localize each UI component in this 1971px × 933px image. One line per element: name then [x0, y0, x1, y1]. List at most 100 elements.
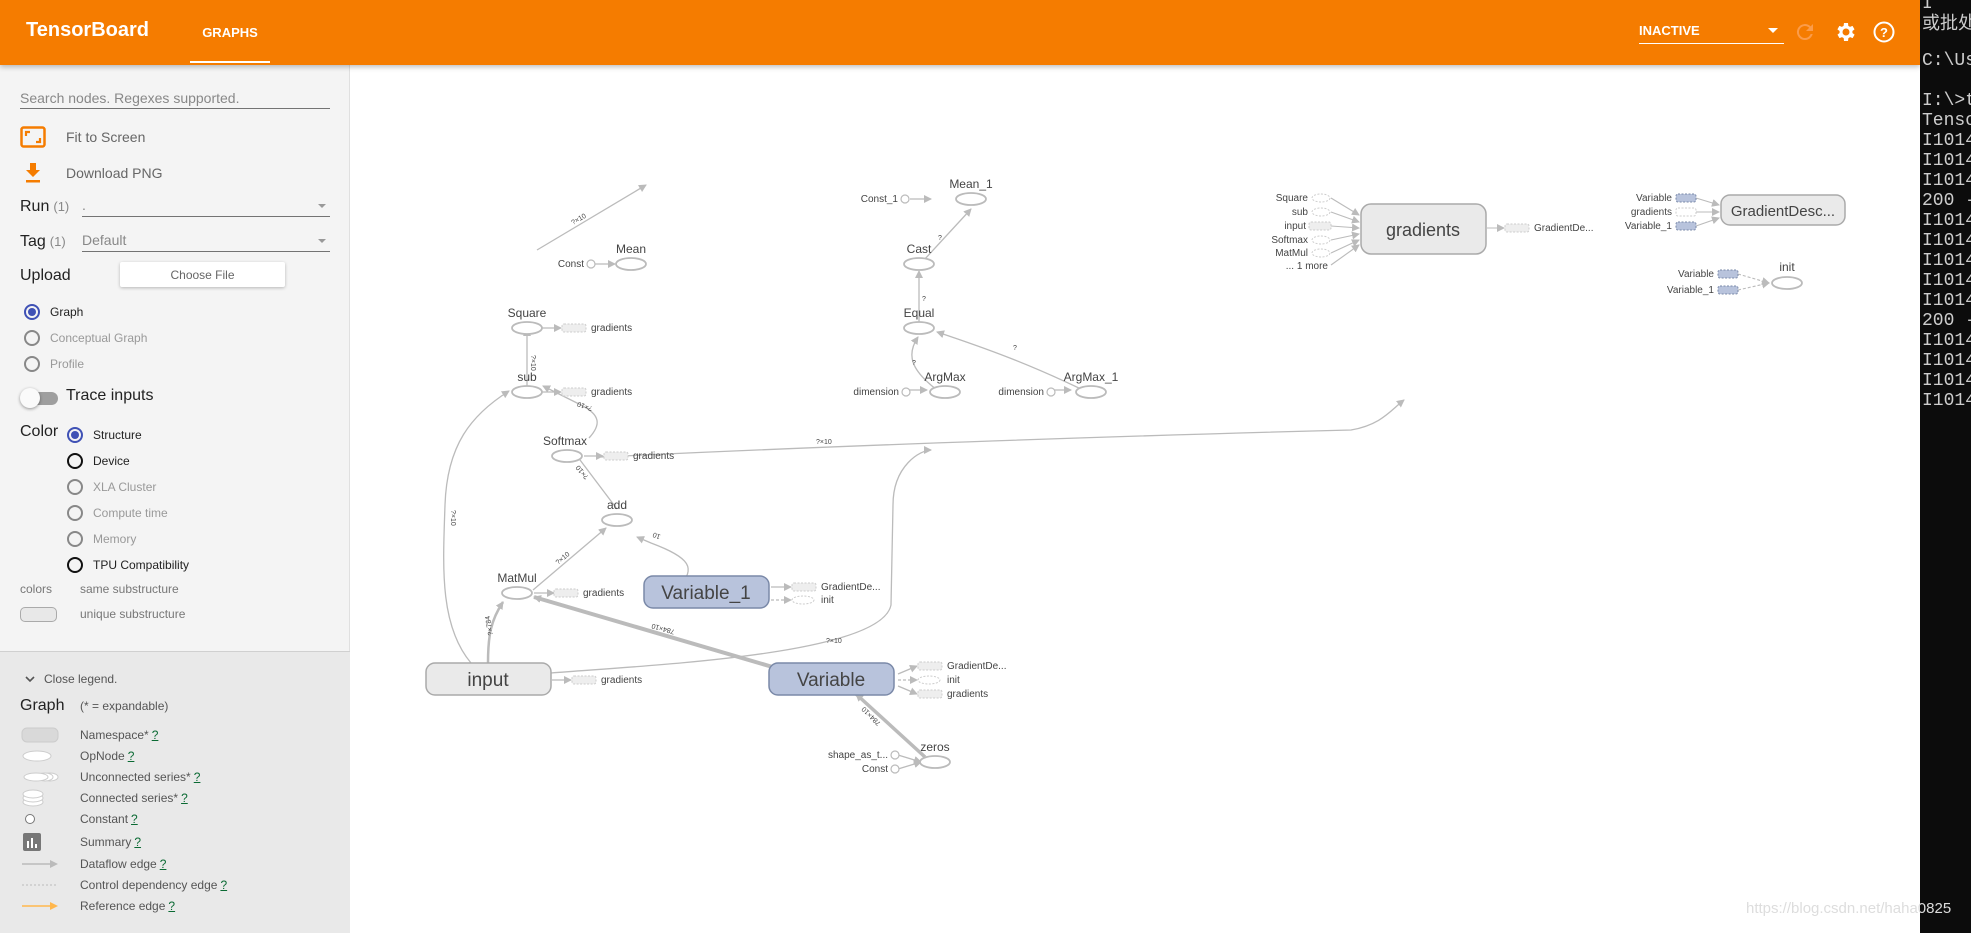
aux-gradientde-gradients[interactable] [1504, 223, 1530, 233]
aux-label: gradients [591, 387, 632, 398]
help-link[interactable]: ? [160, 857, 167, 871]
color-compute-time-radio[interactable]: Compute time [67, 503, 168, 523]
reference-edge-icon [20, 897, 60, 915]
aux-gradients-softmax[interactable] [603, 451, 629, 461]
aux-in-square[interactable] [1311, 193, 1331, 203]
node-init[interactable] [1771, 276, 1803, 290]
aux-init-variable-1[interactable] [1717, 285, 1739, 295]
aux-gradientde-var1[interactable] [791, 582, 817, 592]
aux-label: GradientDe... [947, 661, 1006, 672]
download-icon [20, 162, 46, 184]
node-mean-1[interactable] [955, 192, 987, 206]
node-const[interactable] [586, 259, 596, 269]
legend-constant: Constant? [20, 810, 138, 828]
node-label: init [1779, 260, 1795, 274]
tag-dropdown[interactable]: Default [82, 230, 330, 252]
terminal-line: C:\Us [1922, 51, 1971, 71]
fit-to-screen-label: Fit to Screen [66, 129, 146, 145]
fit-to-screen-button[interactable]: Fit to Screen [20, 125, 320, 149]
aux-init-variable[interactable] [1717, 269, 1739, 279]
terminal-line: I1014 [1922, 251, 1971, 271]
aux-label: gradients [1631, 207, 1672, 218]
edge-var-gradients [897, 685, 918, 695]
settings-gear-icon[interactable] [1833, 20, 1857, 44]
search-nodes-input[interactable] [20, 87, 330, 109]
run-dropdown[interactable]: . [82, 195, 330, 217]
node-label: Variable [797, 670, 865, 691]
help-link[interactable]: ? [131, 812, 138, 826]
aux-in-variable[interactable] [1675, 193, 1697, 203]
aux-in-input[interactable] [1308, 221, 1332, 231]
help-link[interactable]: ? [134, 835, 141, 849]
control-edge-icon [20, 876, 60, 894]
node-square[interactable] [511, 321, 543, 335]
node-const-1[interactable] [900, 194, 910, 204]
aux-gradients-var[interactable] [917, 689, 943, 699]
radio-selected-icon [67, 427, 83, 443]
color-structure-radio[interactable]: Structure [67, 425, 142, 445]
node-softmax[interactable] [551, 449, 583, 463]
aux-init-var[interactable] [917, 675, 941, 685]
aux-gradients-square[interactable] [561, 323, 587, 333]
aux-in-matmul[interactable] [1311, 248, 1331, 258]
graph-type-profile-radio[interactable]: Profile [24, 354, 84, 374]
aux-gradients-input[interactable] [571, 675, 597, 685]
node-label: GradientDesc... [1731, 203, 1835, 220]
download-png-button[interactable]: Download PNG [20, 161, 320, 185]
help-icon[interactable]: ? [1872, 20, 1896, 44]
reload-icon[interactable] [1793, 20, 1817, 44]
aux-label: gradients [583, 588, 624, 599]
aux-label: ... 1 more [1286, 261, 1329, 272]
node-zeros-const[interactable] [890, 764, 900, 774]
node-argmax[interactable] [929, 385, 961, 399]
node-sub[interactable] [511, 385, 543, 399]
legend-label: Namespace* [80, 728, 149, 742]
graph-canvas[interactable]: ?×10 ?×10 ?×10 ?×10 ?×10 10 ?×784 784×10… [351, 65, 1920, 933]
terminal-line: I1014 [1922, 131, 1971, 151]
help-link[interactable]: ? [181, 791, 188, 805]
node-dimension-1[interactable] [1046, 387, 1056, 397]
edge-input-argmax [550, 446, 932, 674]
aux-in-variable-1[interactable] [1675, 221, 1697, 231]
aux-gradients-sub[interactable] [561, 387, 587, 397]
aux-in-sub[interactable] [1311, 207, 1331, 217]
help-link[interactable]: ? [152, 728, 159, 742]
close-legend-button[interactable]: Close legend. [24, 672, 117, 686]
node-cast[interactable] [903, 257, 935, 271]
help-link[interactable]: ? [220, 878, 227, 892]
node-equal[interactable] [903, 321, 935, 335]
tab-graphs[interactable]: GRAPHS [190, 0, 270, 65]
node-add[interactable] [601, 513, 633, 527]
trace-inputs-toggle[interactable] [20, 388, 58, 408]
color-memory-radio[interactable]: Memory [67, 529, 136, 549]
node-zeros[interactable] [919, 755, 951, 769]
graph-type-conceptual-radio[interactable]: Conceptual Graph [24, 328, 147, 348]
radio-label: Device [93, 454, 130, 468]
graph-type-graph-radio[interactable]: Graph [24, 302, 83, 322]
run-status-dropdown[interactable]: INACTIVE [1639, 18, 1784, 44]
legend-label: Reference edge [80, 899, 166, 913]
node-argmax-1[interactable] [1075, 385, 1107, 399]
legend-label: Control dependency edge [80, 878, 218, 892]
edge-label: ? [912, 360, 916, 367]
aux-gradients-matmul[interactable] [553, 588, 579, 598]
radio-unselected-icon [67, 479, 83, 495]
graph-svg[interactable]: ?×10 ?×10 ?×10 ?×10 ?×10 10 ?×784 784×10… [351, 65, 1920, 933]
aux-in-softmax[interactable] [1311, 235, 1331, 245]
node-shape-as-t[interactable] [890, 750, 900, 760]
color-tpu-compat-radio[interactable]: TPU Compatibility [67, 555, 189, 575]
choose-file-button[interactable]: Choose File [120, 262, 285, 287]
color-xla-cluster-radio[interactable]: XLA Cluster [67, 477, 156, 497]
help-link[interactable]: ? [168, 899, 175, 913]
help-link[interactable]: ? [194, 770, 201, 784]
node-dimension[interactable] [901, 387, 911, 397]
help-link[interactable]: ? [128, 749, 135, 763]
aux-init-var1[interactable] [791, 595, 815, 605]
node-mean[interactable] [615, 257, 647, 271]
chevron-down-icon [25, 676, 35, 683]
color-device-radio[interactable]: Device [67, 451, 130, 471]
edge-in-gd [1695, 216, 1720, 227]
aux-in-gradients[interactable] [1675, 207, 1697, 217]
node-matmul[interactable] [501, 586, 533, 600]
aux-gradientde-var[interactable] [917, 661, 943, 671]
